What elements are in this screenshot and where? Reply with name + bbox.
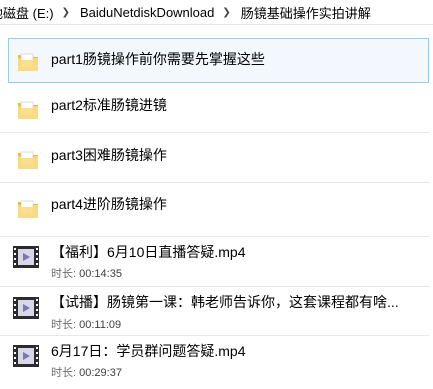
- breadcrumb-drive[interactable]: 地磁盘 (E:): [0, 3, 58, 22]
- list-item-folder-part4[interactable]: part4进阶肠镜操作: [0, 184, 433, 233]
- folder-name: part4进阶肠镜操作: [51, 196, 167, 212]
- duration-value: 00:29:37: [79, 367, 122, 379]
- duration-label: 时长:: [51, 319, 77, 331]
- video-duration: 时长: 00:11:09: [51, 316, 121, 332]
- list-item-folder-part1[interactable]: part1肠镜操作前你需要先掌握这些: [0, 34, 433, 83]
- list-item-video-1[interactable]: 【福利】6月10日直播答疑.mp4 时长: 00:14:35: [0, 238, 433, 284]
- row-divider: [0, 182, 429, 183]
- video-file-icon: [13, 246, 39, 268]
- list-item-folder-part2[interactable]: part2标准肠镜进镜: [0, 84, 433, 133]
- video-name: 【福利】6月10日直播答疑.mp4: [51, 244, 246, 260]
- breadcrumb-separator-icon[interactable]: ❯: [58, 7, 74, 18]
- video-name: 【试播】肠镜第一课：韩老师告诉你，这套课程都有啥...: [51, 294, 399, 310]
- video-name: 6月17日：学员群问题答疑.mp4: [51, 343, 246, 359]
- video-duration: 时长: 00:14:35: [51, 265, 122, 281]
- breadcrumb: 地磁盘 (E:) ❯ BaiduNetdiskDownload ❯ 肠镜基础操作…: [0, 0, 433, 25]
- folder-name: part2标准肠镜进镜: [51, 97, 167, 113]
- video-duration: 时长: 00:29:37: [51, 364, 122, 380]
- list-item-folder-part3[interactable]: part3困难肠镜操作: [0, 134, 433, 183]
- row-divider: [0, 236, 429, 237]
- duration-label: 时长:: [51, 268, 77, 280]
- folder-icon: [18, 200, 38, 218]
- breadcrumb-separator-icon[interactable]: ❯: [218, 7, 234, 18]
- folder-name: part1肠镜操作前你需要先掌握这些: [51, 51, 265, 67]
- row-divider: [0, 132, 429, 133]
- duration-value: 00:14:35: [79, 268, 122, 280]
- folder-name: part3困难肠镜操作: [51, 147, 167, 163]
- list-item-video-2[interactable]: 【试播】肠镜第一课：韩老师告诉你，这套课程都有啥... 时长: 00:11:09: [0, 286, 433, 334]
- duration-value: 00:11:09: [79, 319, 122, 331]
- folder-icon: [18, 53, 38, 71]
- folder-icon: [18, 151, 38, 169]
- duration-label: 时长:: [51, 367, 77, 379]
- breadcrumb-current-folder[interactable]: 肠镜基础操作实拍讲解: [235, 3, 375, 22]
- video-file-icon: [13, 345, 39, 367]
- breadcrumb-download-folder[interactable]: BaiduNetdiskDownload: [74, 5, 218, 20]
- list-item-video-3[interactable]: 6月17日：学员群问题答疑.mp4 时长: 00:29:37: [0, 336, 433, 386]
- folder-icon: [18, 101, 38, 119]
- video-file-icon: [13, 297, 39, 319]
